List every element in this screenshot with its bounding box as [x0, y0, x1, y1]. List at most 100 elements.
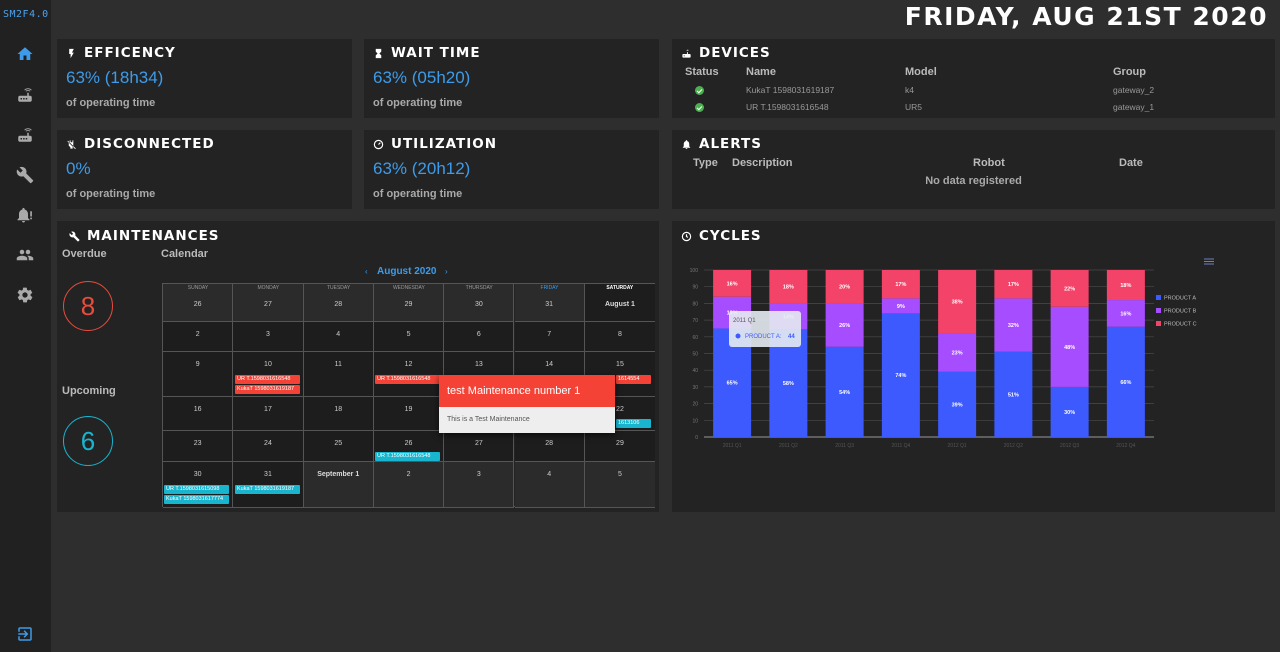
calendar-day[interactable]: 17 [233, 397, 304, 431]
calendar-day[interactable]: 24 [233, 431, 304, 462]
calendar-day[interactable]: Tuesday 28 [303, 284, 374, 322]
efficiency-card: Efficency 63% (18h34) of operating time [57, 39, 352, 118]
router-icon[interactable] [15, 85, 35, 105]
bell-icon [682, 139, 691, 149]
data-label: 65% [727, 381, 738, 387]
calendar-day[interactable]: Thursday 30 [444, 284, 515, 322]
hourglass-icon [375, 48, 382, 58]
calendar-event[interactable]: UR T.1598031616548 [375, 452, 440, 461]
alerts-title: Alerts [681, 136, 762, 152]
calendar-day-number: 17 [264, 406, 272, 413]
home-icon[interactable] [15, 44, 35, 64]
bell-alert-icon[interactable] [15, 205, 35, 225]
disconnected-value: 0% [66, 159, 91, 178]
calendar-event[interactable]: UR T.1598031615098 [164, 485, 229, 494]
calendar-day-number: 5 [617, 471, 622, 478]
empty-message: No data registered [925, 175, 1022, 187]
calendar-day[interactable]: Saturday August 1 [584, 284, 656, 322]
x-tick-label: 2011 Q3 [835, 443, 854, 449]
calendar-day[interactable]: 16 [163, 397, 234, 431]
data-label: 18% [783, 285, 794, 291]
data-label: 32% [1008, 323, 1019, 329]
calendar-day[interactable]: 9 [163, 352, 234, 397]
calendar-day[interactable]: 5 [584, 462, 656, 508]
calendar-day[interactable]: Wednesday 29 [373, 284, 445, 322]
calendar-day-number: 30 [474, 301, 483, 308]
calendar-day[interactable]: 19 [373, 397, 445, 431]
column-header: Description [732, 157, 793, 169]
calendar-prev-button[interactable]: ‹ [365, 267, 368, 276]
calendar-next-button[interactable]: › [445, 267, 448, 276]
event-popup: test Maintenance number 1 This is a Test… [439, 375, 615, 433]
wait-time-card: Wait Time 63% (05h20) of operating time [364, 39, 659, 118]
data-label: 26% [839, 323, 850, 329]
calendar-day[interactable]: 2 [163, 322, 234, 352]
calendar-day[interactable]: 3 [444, 462, 515, 508]
tooltip-value: 44 [788, 334, 795, 340]
upcoming-count[interactable]: 6 [63, 416, 113, 466]
calendar-day[interactable]: September 1 [303, 462, 374, 508]
status-ok-icon [695, 86, 704, 95]
tooltip-marker [735, 333, 741, 339]
calendar-event[interactable]: KukaT 1598031619187 [235, 485, 300, 494]
legend-swatch [1156, 295, 1161, 300]
router-icon[interactable] [15, 125, 35, 145]
calendar-day-number: 8 [617, 331, 622, 338]
calendar-day[interactable]: 23 [163, 431, 234, 462]
calendar-day-number: 29 [616, 440, 624, 447]
calendar-day[interactable]: 7 [514, 322, 585, 352]
calendar-event[interactable]: KukaT 1598031619187 [235, 385, 300, 394]
calendar-day[interactable]: 27 [444, 431, 515, 462]
tooltip-category: 2011 Q1 [733, 318, 756, 324]
calendar-day[interactable]: 3 [233, 322, 304, 352]
calendar-day[interactable]: 5 [373, 322, 445, 352]
devices-title-label: Devices [699, 45, 771, 61]
data-label: 17% [1008, 282, 1019, 288]
calendar-day[interactable]: 28 [514, 431, 585, 462]
calendar-day[interactable]: 4 [303, 322, 374, 352]
calendar-event[interactable]: UR T.1598031616548 [375, 375, 440, 384]
calendar-day[interactable]: 25 [303, 431, 374, 462]
calendar-day[interactable]: Friday 31 [514, 284, 585, 322]
calendar-day[interactable]: Sunday 26 [163, 284, 234, 322]
calendar-event[interactable]: UR T.1598031616548 [235, 375, 300, 384]
calendar-event[interactable]: KukaT 1598031617774 [164, 495, 229, 504]
column-header: Group [1113, 66, 1146, 78]
calendar-day-number: 4 [336, 331, 341, 338]
column-header: Model [905, 66, 937, 78]
calendar-day[interactable]: 18 [303, 397, 374, 431]
overdue-count[interactable]: 8 [63, 281, 113, 331]
data-label: 16% [1120, 311, 1131, 317]
maintenances-title: Maintenances [69, 228, 220, 244]
efficiency-title: Efficency [66, 45, 176, 61]
router-icon [682, 49, 691, 58]
calendar-day[interactable]: 2 [373, 462, 445, 508]
calendar-day-number: 29 [404, 301, 413, 308]
disconnected-label: of operating time [66, 188, 156, 200]
overdue-label: Overdue [62, 248, 107, 260]
calendar-day[interactable]: 8 [584, 322, 656, 352]
calendar-day[interactable]: 6 [444, 322, 515, 352]
wrench-icon[interactable] [15, 165, 35, 185]
data-label: 74% [895, 373, 906, 379]
calendar-event[interactable]: 1613106 [616, 419, 651, 428]
calendar-day-number: 5 [406, 331, 411, 338]
calendar-day-number: 10 [264, 361, 272, 368]
calendar-day[interactable]: 11 [303, 352, 374, 397]
data-label: 51% [1008, 392, 1019, 398]
calendar-day-name: Tuesday [326, 285, 351, 291]
calendar-day[interactable]: 29 [584, 431, 656, 462]
gear-icon[interactable] [15, 285, 35, 305]
chart-tooltip [729, 311, 801, 347]
logout-icon[interactable] [15, 624, 35, 644]
calendar-label: Calendar [161, 248, 209, 260]
device-name: KukaT 1598031619187 [746, 85, 835, 95]
data-label: 39% [952, 402, 963, 408]
calendar-day-number: 16 [193, 406, 202, 413]
users-icon[interactable] [15, 245, 35, 265]
calendar-day[interactable]: 4 [514, 462, 585, 508]
calendar-event[interactable]: 1614554 [616, 375, 651, 384]
calendar-day[interactable]: Monday 27 [233, 284, 304, 322]
wait-time-title-label: Wait Time [391, 45, 481, 61]
y-tick-label: 60 [692, 335, 698, 341]
